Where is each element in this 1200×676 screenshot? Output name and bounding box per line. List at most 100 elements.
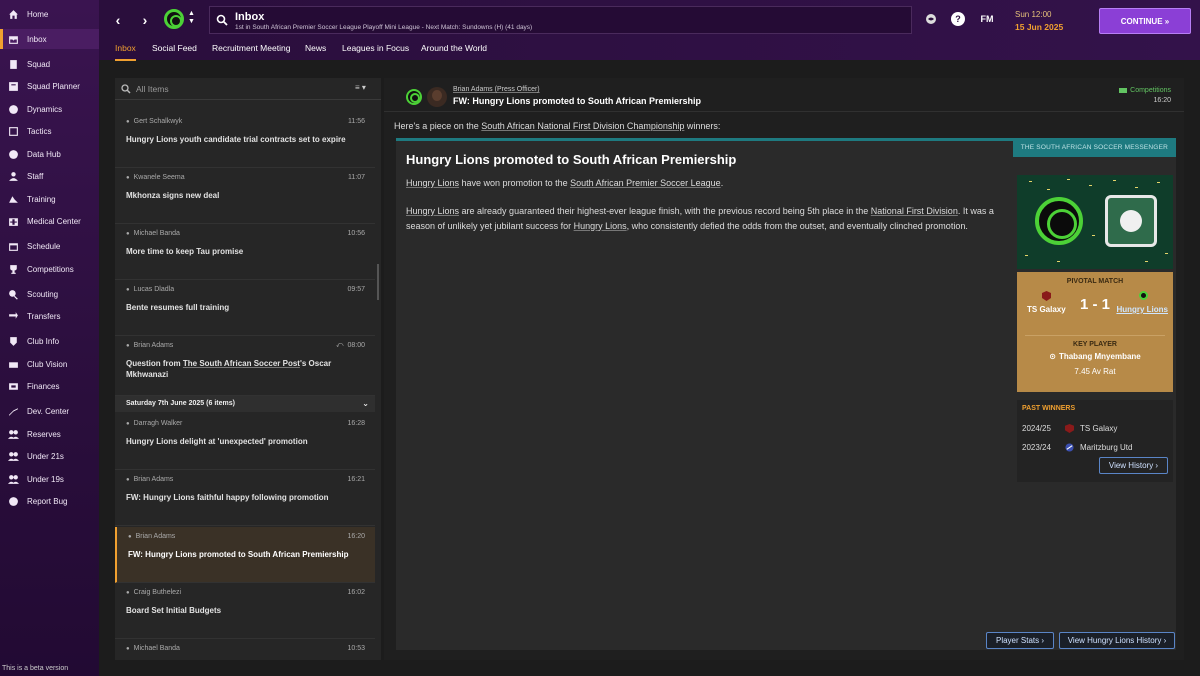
list-item[interactable]: Kwanele Seema 11:07 Mkhonza signs new de… — [115, 168, 375, 224]
list-scrollbar[interactable] — [377, 264, 379, 300]
club-link[interactable]: Hungry Lions — [406, 206, 459, 216]
sidebar-item-training[interactable]: Training — [0, 189, 99, 209]
forward-button[interactable]: › — [135, 9, 155, 31]
back-button[interactable]: ‹ — [108, 9, 128, 31]
club-history-button[interactable]: View Hungry Lions History › — [1059, 632, 1175, 649]
tab-inbox[interactable]: Inbox — [115, 43, 136, 61]
sidebar-item-scouting[interactable]: Scouting — [0, 284, 99, 304]
club-switch-chevrons-icon[interactable]: ▲ ▼ — [188, 10, 195, 26]
message-sender: Gert Schalkwyk — [126, 118, 183, 125]
fm-menu-button[interactable]: FM — [977, 12, 997, 26]
sidebar-item-label: Finances — [27, 381, 60, 391]
sidebar-item-reserves[interactable]: Reserves — [0, 424, 99, 444]
message-time: 11:07 — [348, 174, 365, 181]
message-time: 16:21 — [347, 476, 365, 483]
sidebar-item-squad[interactable]: Squad — [0, 54, 99, 74]
club-link[interactable]: Hungry Lions — [406, 178, 459, 188]
sidebar: Home Inbox Squad Squad Planner Dynamics … — [0, 0, 99, 676]
sidebar-item-transfers[interactable]: Transfers — [0, 306, 99, 326]
help-icon[interactable]: ? — [951, 12, 965, 26]
sidebar-item-dynamics[interactable]: Dynamics — [0, 99, 99, 119]
trophy-icon — [7, 263, 19, 275]
sidebar-item-club-info[interactable]: Club Info — [0, 331, 99, 351]
sidebar-item-label: Reserves — [27, 429, 61, 439]
sidebar-item-competitions[interactable]: Competitions — [0, 259, 99, 279]
sidebar-item-home[interactable]: Home — [0, 4, 99, 24]
sidebar-item-club-vision[interactable]: Club Vision — [0, 354, 99, 374]
hungry-lions-badge-icon — [1035, 197, 1083, 245]
game-date-label: 15 Jun 2025 — [1015, 22, 1064, 32]
filter-input[interactable]: All Items — [136, 84, 169, 94]
list-item[interactable]: Darragh Walker 16:28 Hungry Lions deligh… — [115, 414, 375, 470]
sidebar-item-label: Competitions — [27, 264, 74, 274]
report-bug-icon — [7, 495, 19, 507]
view-history-button[interactable]: View History › — [1099, 457, 1168, 474]
list-item[interactable]: Brian Adams ⤺08:00 Question from The Sou… — [115, 336, 375, 396]
tab-around-the-world[interactable]: Around the World — [421, 43, 487, 59]
sidebar-item-tactics[interactable]: Tactics — [0, 121, 99, 141]
sidebar-item-under-21s[interactable]: Under 21s — [0, 446, 99, 466]
league-link[interactable]: South African Premier Soccer League — [570, 178, 721, 188]
sidebar-item-squad-planner[interactable]: Squad Planner — [0, 76, 99, 96]
sidebar-item-report-bug[interactable]: Report Bug — [0, 491, 99, 511]
game-date[interactable]: Sun 12:00 15 Jun 2025 — [1015, 10, 1063, 32]
pivotal-match-widget: PIVOTAL MATCH TS Galaxy 1 - 1 Hungry Lio… — [1017, 175, 1173, 392]
article-paragraph: Hungry Lions are already guaranteed thei… — [406, 206, 994, 231]
sidebar-item-staff[interactable]: Staff — [0, 166, 99, 186]
club-info-icon — [7, 335, 19, 347]
club-badge-icon[interactable] — [164, 9, 184, 29]
maritzburg-badge-icon — [1065, 443, 1074, 452]
club-link[interactable]: Hungry Lions — [574, 221, 627, 231]
player-icon: ⊙ — [1049, 352, 1056, 361]
tab-social-feed[interactable]: Social Feed — [152, 43, 197, 59]
search-box[interactable]: Inbox 1st in South African Premier Socce… — [209, 6, 912, 34]
search-icon — [216, 14, 228, 26]
brain-icon[interactable] — [924, 12, 938, 26]
club-vision-icon — [7, 358, 19, 370]
list-item[interactable]: Lucas Dladla 09:57 Bente resumes full tr… — [115, 280, 375, 336]
sidebar-item-label: Club Vision — [27, 359, 68, 369]
message-sender: Darragh Walker — [126, 420, 183, 427]
sidebar-item-schedule[interactable]: Schedule — [0, 236, 99, 256]
message-time: 16:20 — [347, 533, 365, 540]
view-options-button[interactable]: ≡ ▾ — [355, 83, 377, 95]
sidebar-item-label: Club Info — [27, 336, 60, 346]
tab-news[interactable]: News — [305, 43, 326, 59]
sidebar-item-finances[interactable]: Finances — [0, 376, 99, 396]
competition-link[interactable]: South African National First Division Ch… — [481, 121, 684, 131]
sidebar-item-medical-center[interactable]: Medical Center — [0, 211, 99, 231]
sidebar-item-data-hub[interactable]: Data Hub — [0, 144, 99, 164]
tab-leagues-in-focus[interactable]: Leagues in Focus — [342, 43, 409, 59]
sidebar-item-under-19s[interactable]: Under 19s — [0, 469, 99, 489]
message-subject: FW: Hungry Lions faithful happy followin… — [126, 493, 329, 502]
player-stats-button[interactable]: Player Stats › — [986, 632, 1054, 649]
sidebar-item-label: Under 21s — [27, 451, 64, 461]
league-link[interactable]: National First Division — [871, 206, 958, 216]
message-subject: Bente resumes full training — [126, 303, 230, 312]
dev-center-icon — [7, 405, 19, 417]
message-sender: Brian Adams — [126, 476, 174, 483]
list-item[interactable]: Michael Banda 10:53 — [115, 639, 375, 660]
list-item[interactable]: Michael Banda 10:56 More time to keep Ta… — [115, 224, 375, 280]
pivotal-match-box[interactable]: PIVOTAL MATCH TS Galaxy 1 - 1 Hungry Lio… — [1017, 272, 1173, 392]
key-player-name[interactable]: ⊙ Thabang Mnyembane — [1017, 352, 1173, 361]
avatar[interactable] — [427, 87, 447, 107]
beta-notice: This is a beta version — [2, 665, 69, 672]
list-item[interactable]: Gert Schalkwyk 11:56 Hungry Lions youth … — [115, 112, 375, 168]
home-icon — [7, 8, 19, 20]
finances-icon — [7, 380, 19, 392]
sidebar-item-dev-center[interactable]: Dev. Center — [0, 401, 99, 421]
sidebar-item-label: Home — [27, 9, 49, 19]
key-player-label: KEY PLAYER — [1073, 341, 1117, 348]
list-item[interactable]: Craig Buthelezi 16:02 Board Set Initial … — [115, 583, 375, 639]
date-group-header[interactable]: Saturday 7th June 2025 (6 items) ⌄ — [115, 396, 375, 412]
message-sender[interactable]: Brian Adams (Press Officer) — [453, 86, 540, 93]
away-team[interactable]: Hungry Lions — [1116, 305, 1168, 314]
newspaper-link[interactable]: The South African Soccer Post — [183, 359, 300, 368]
list-item-selected[interactable]: Brian Adams 16:20 FW: Hungry Lions promo… — [115, 527, 375, 583]
sidebar-item-inbox[interactable]: Inbox — [0, 29, 99, 49]
continue-button[interactable]: CONTINUE » — [1099, 8, 1191, 34]
list-item[interactable]: Brian Adams 16:21 FW: Hungry Lions faith… — [115, 470, 375, 526]
tab-recruitment-meeting[interactable]: Recruitment Meeting — [212, 43, 290, 59]
message-time: 10:56 — [347, 230, 365, 237]
